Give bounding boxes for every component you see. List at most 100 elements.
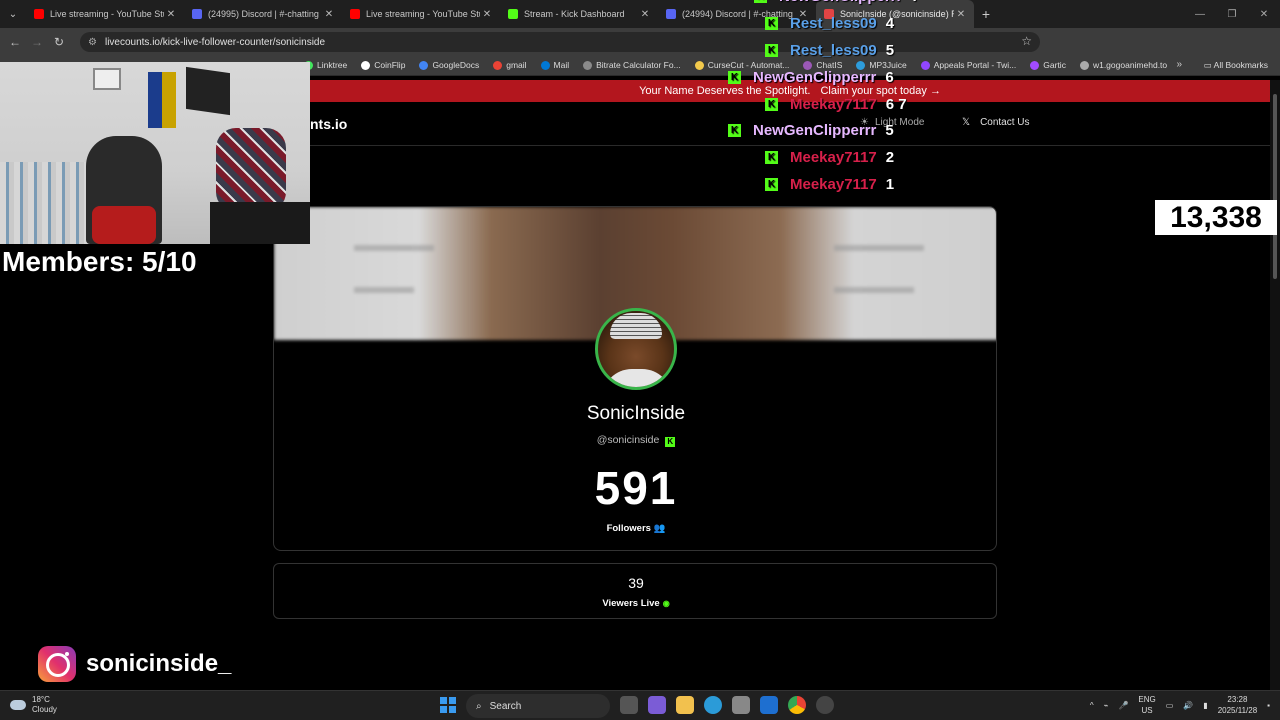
bookmark-label: Bitrate Calculator Fo... xyxy=(596,60,681,70)
taskbar-search[interactable]: ⌕ Search xyxy=(466,694,610,718)
profile-avatar-image xyxy=(595,308,677,390)
chevron-up-icon[interactable]: ^ xyxy=(1090,701,1094,710)
contact-link[interactable]: 𝕏 Contact Us xyxy=(962,117,1030,128)
browser-toolbar: ← → ↻ ⚙ livecounts.io/kick-live-follower… xyxy=(0,28,1280,76)
chat-username: NewGenClipperrr xyxy=(779,0,902,5)
browser-tab[interactable]: Live streaming - YouTube Studio✕ xyxy=(342,0,500,28)
viewers-card: 39 Viewers Live ◉ xyxy=(273,563,997,619)
new-tab-button[interactable]: + xyxy=(974,6,998,22)
bookmark-label: Linktree xyxy=(317,60,348,70)
x-logo-icon: 𝕏 xyxy=(962,117,971,128)
bookmark-item[interactable]: Mail xyxy=(540,60,569,70)
kick-icon: K xyxy=(728,124,741,137)
tab-favicon xyxy=(192,9,202,19)
bookmark-item[interactable]: CoinFlip xyxy=(361,60,405,70)
bookmark-star-icon[interactable]: ☆ xyxy=(1021,34,1032,48)
edge-icon[interactable] xyxy=(704,696,722,714)
bookmark-item[interactable]: GoogleDocs xyxy=(419,60,479,70)
page-scrollbar[interactable] xyxy=(1270,80,1280,690)
forward-icon[interactable]: → xyxy=(26,31,48,53)
webcam-overlay xyxy=(0,62,310,244)
tab-favicon xyxy=(34,9,44,19)
bookmark-item[interactable]: gmail xyxy=(493,60,527,70)
folder-icon: ▭ xyxy=(1203,60,1214,70)
tab-favicon xyxy=(350,9,360,19)
tab-close-icon[interactable]: ✕ xyxy=(322,9,336,20)
reload-icon[interactable]: ↻ xyxy=(48,31,70,53)
back-icon[interactable]: ← xyxy=(4,31,26,53)
file-explorer-icon[interactable] xyxy=(676,696,694,714)
mail-icon[interactable] xyxy=(760,696,778,714)
tab-close-icon[interactable]: ✕ xyxy=(480,9,494,20)
bookmark-item[interactable]: Linktree xyxy=(304,60,347,70)
chat-message: K Meekay7117 2 xyxy=(765,149,894,166)
tab-title: Live streaming - YouTube Studio xyxy=(50,9,164,19)
store-icon[interactable] xyxy=(732,696,750,714)
big-counter: 13,338 xyxy=(1155,200,1277,235)
chat-message: K Rest_less09 5 xyxy=(765,42,894,59)
browser-tab[interactable]: Stream - Kick Dashboard ✕ xyxy=(500,0,658,28)
app-icon[interactable] xyxy=(648,696,666,714)
weather-condition: Cloudy xyxy=(32,705,57,714)
chat-message: K Meekay7117 6 7 xyxy=(765,96,907,113)
viewer-count: 39 xyxy=(628,575,644,591)
weather-widget[interactable]: 18°C Cloudy xyxy=(10,695,57,715)
bookmarks-overflow-icon[interactable]: » xyxy=(1176,59,1182,70)
tab-close-icon[interactable]: ✕ xyxy=(954,9,968,20)
maximize-icon[interactable]: ❐ xyxy=(1216,0,1248,28)
bookmark-favicon xyxy=(493,60,503,70)
notification-icon[interactable]: ▪ xyxy=(1267,701,1270,710)
minimize-icon[interactable]: — xyxy=(1184,0,1216,28)
browser-tab[interactable]: (24995) Discord | #-chatting | N ✕ xyxy=(184,0,342,28)
clock-time: 23:28 xyxy=(1227,695,1248,704)
chat-message: K NewGenClipperrr 6 xyxy=(728,69,894,86)
followers-text: Followers xyxy=(606,523,651,534)
bookmark-favicon xyxy=(419,60,429,70)
tab-search-icon[interactable]: ⌄ xyxy=(0,0,26,28)
windows-start-icon[interactable] xyxy=(440,697,456,713)
weather-text: 18°C Cloudy xyxy=(32,695,57,715)
browser-tab[interactable]: Live streaming - YouTube Studio✕ xyxy=(26,0,184,28)
microphone-icon[interactable]: 🎤 xyxy=(1118,701,1128,710)
system-tray: ^ ⌁ 🎤 ENG US ▭ 🔊 ▮ 23:28 2025/11/28 ▪ xyxy=(1090,694,1270,716)
close-window-icon[interactable]: ✕ xyxy=(1248,0,1280,28)
display-name: SonicInside xyxy=(586,403,686,424)
lang-line1: ENG xyxy=(1138,695,1156,704)
chat-message: K Rest_less09 4 xyxy=(765,15,894,32)
banner-mark xyxy=(354,245,434,251)
scrollbar-thumb[interactable] xyxy=(1273,94,1277,279)
all-bookmarks-button[interactable]: ▭ All Bookmarks xyxy=(1204,60,1268,71)
weather-temp: 18°C xyxy=(32,695,50,704)
kick-icon: K xyxy=(765,178,778,191)
tab-title: Stream - Kick Dashboard xyxy=(524,9,625,19)
eye-icon: ◉ xyxy=(662,599,670,608)
chat-count: 4 xyxy=(885,15,895,32)
bookmark-favicon xyxy=(920,60,930,70)
lang-line2: US xyxy=(1141,706,1153,715)
site-info-icon[interactable]: ⚙ xyxy=(88,37,97,48)
language-indicator[interactable]: ENG US xyxy=(1138,694,1155,716)
network-icon[interactable]: ⌁ xyxy=(1104,701,1109,710)
arrow-right-icon: → xyxy=(929,85,941,97)
address-bar[interactable]: ⚙ livecounts.io/kick-live-follower-count… xyxy=(80,32,1040,52)
tab-close-icon[interactable]: ✕ xyxy=(638,9,652,20)
monitor-icon[interactable]: ▭ xyxy=(1166,701,1174,710)
obs-icon[interactable] xyxy=(816,696,834,714)
kick-icon: K xyxy=(765,44,778,57)
bookmark-favicon xyxy=(583,60,593,70)
bookmark-item[interactable]: Gartic xyxy=(1030,60,1066,70)
chrome-icon[interactable] xyxy=(788,696,806,714)
webcam-plaid-chair xyxy=(216,128,286,212)
tab-close-icon[interactable]: ✕ xyxy=(164,9,178,20)
battery-icon[interactable]: ▮ xyxy=(1203,701,1207,710)
site-logo[interactable]: nts.io xyxy=(310,116,347,132)
bookmark-item[interactable]: w1.gogoanimehd.to xyxy=(1079,60,1167,70)
kick-icon: K xyxy=(728,71,741,84)
bookmark-item[interactable]: Appeals Portal - Twi... xyxy=(920,60,1016,70)
task-view-icon[interactable] xyxy=(620,696,638,714)
webcam-chair-seat xyxy=(92,206,156,244)
taskbar-search-label: Search xyxy=(489,700,522,712)
bookmark-item[interactable]: Bitrate Calculator Fo... xyxy=(583,60,681,70)
speaker-icon[interactable]: 🔊 xyxy=(1183,701,1193,710)
clock[interactable]: 23:28 2025/11/28 xyxy=(1218,694,1257,716)
